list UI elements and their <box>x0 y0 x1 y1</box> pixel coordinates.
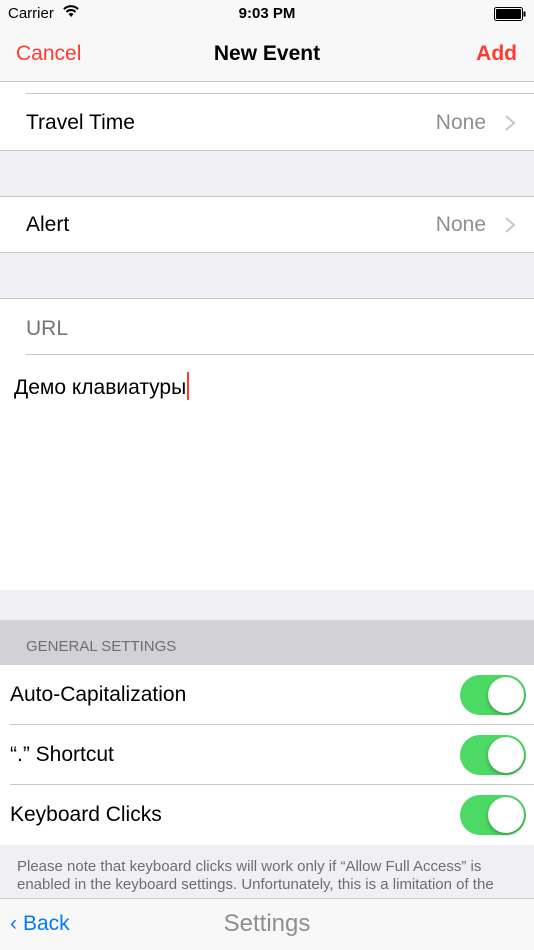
keyboard-clicks-label: Keyboard Clicks <box>10 803 162 826</box>
period-shortcut-label: “.” Shortcut <box>10 743 114 766</box>
section-gap <box>0 253 534 298</box>
chevron-right-icon <box>505 217 516 233</box>
status-bar: Carrier 9:03 PM <box>0 0 534 28</box>
navigation-bar: Cancel New Event Add <box>0 28 534 82</box>
travel-time-label: Travel Time <box>26 111 135 134</box>
status-time: 9:03 PM <box>238 5 296 22</box>
keyboard-clicks-note: Please note that keyboard clicks will wo… <box>17 858 494 893</box>
period-shortcut-row: “.” Shortcut <box>0 725 534 785</box>
auto-capitalization-label: Auto-Capitalization <box>10 683 187 706</box>
battery-icon <box>494 7 526 21</box>
keyboard-clicks-row: Keyboard Clicks <box>0 785 534 845</box>
page-title: New Event <box>213 42 321 65</box>
url-notes-section: Демо клавиатуры <box>0 298 534 590</box>
add-button[interactable]: Add <box>476 42 517 66</box>
section-gap <box>0 151 534 197</box>
chevron-right-icon <box>505 115 516 131</box>
row-separator <box>26 354 534 355</box>
settings-section-header: GENERAL SETTINGS <box>0 620 534 665</box>
keyboard-clicks-toggle[interactable] <box>460 795 526 835</box>
text-cursor <box>187 372 190 400</box>
settings-title: Settings <box>223 910 311 937</box>
travel-time-row[interactable]: Travel Time None <box>0 83 534 151</box>
row-separator <box>26 93 534 94</box>
toggle-knob <box>488 677 524 713</box>
notes-text: Демо клавиатуры <box>14 376 187 399</box>
alert-label: Alert <box>26 213 70 236</box>
section-gap <box>0 590 534 620</box>
period-shortcut-toggle[interactable] <box>460 735 526 775</box>
bottom-navigation-bar: ‹ Back Settings <box>0 898 534 950</box>
toggle-knob <box>488 797 524 833</box>
travel-time-value: None <box>435 111 486 134</box>
notes-textarea[interactable]: Демо клавиатуры <box>14 372 190 400</box>
url-input[interactable] <box>26 317 516 341</box>
auto-capitalization-row: Auto-Capitalization <box>0 665 534 725</box>
auto-capitalization-toggle[interactable] <box>460 675 526 715</box>
settings-header-label: GENERAL SETTINGS <box>26 638 177 655</box>
alert-value: None <box>435 213 486 236</box>
toggle-knob <box>488 737 524 773</box>
alert-row[interactable]: Alert None <box>0 196 534 253</box>
